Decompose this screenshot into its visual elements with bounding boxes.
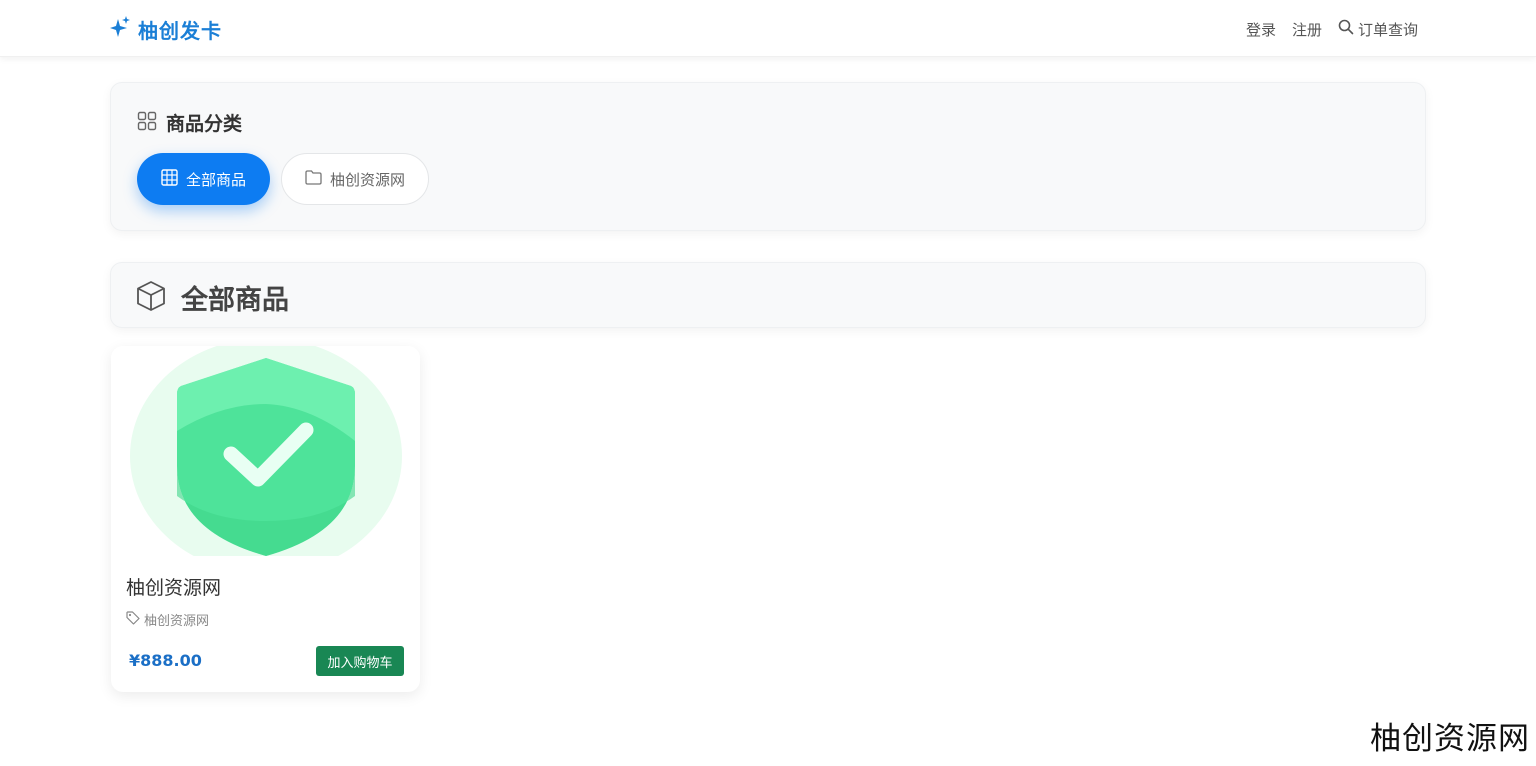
category-title: 商品分类 <box>166 113 243 135</box>
product-image[interactable] <box>111 346 420 556</box>
product-price: ¥888.00 <box>129 651 202 670</box>
top-navbar: 柚创发卡 登录 注册 订单查询 <box>0 0 1536 57</box>
tag-icon <box>126 610 140 629</box>
order-query-link[interactable]: 订单查询 <box>1338 19 1418 40</box>
product-category-tag: 柚创资源网 <box>126 610 209 629</box>
table-grid-icon <box>161 168 178 190</box>
product-category-label: 柚创资源网 <box>144 614 210 629</box>
category-all-label: 全部商品 <box>185 170 246 189</box>
add-to-cart-button[interactable]: 加入购物车 <box>316 646 404 676</box>
nav-links: 登录 注册 订单查询 <box>1246 17 1418 41</box>
section-title: 全部商品 <box>181 285 289 316</box>
order-query-label: 订单查询 <box>1357 20 1418 39</box>
search-icon <box>1338 19 1354 39</box>
shield-check-icon <box>111 346 420 556</box>
grid-icon <box>137 111 157 135</box>
sparkles-icon <box>110 16 130 42</box>
watermark-text: 柚创资源网 <box>1370 721 1530 757</box>
section-header: 全部商品 <box>110 262 1426 328</box>
product-name[interactable]: 柚创资源网 <box>126 573 221 600</box>
category-youchuang-label: 柚创资源网 <box>329 170 405 189</box>
category-all-button[interactable]: 全部商品 <box>137 153 270 205</box>
section-heading: 全部商品 <box>135 278 289 317</box>
folder-icon <box>305 169 322 189</box>
brand-link[interactable]: 柚创发卡 <box>110 15 222 43</box>
category-youchuang-button[interactable]: 柚创资源网 <box>281 153 429 205</box>
category-heading: 商品分类 <box>137 109 242 136</box>
category-panel: 商品分类 全部商品 柚创资源网 <box>110 82 1426 231</box>
box-icon <box>135 280 167 316</box>
brand-name: 柚创发卡 <box>138 18 222 43</box>
register-link[interactable]: 注册 <box>1292 19 1322 40</box>
product-card[interactable]: 柚创资源网 柚创资源网 ¥888.00 加入购物车 <box>111 346 420 692</box>
login-link[interactable]: 登录 <box>1246 19 1276 40</box>
